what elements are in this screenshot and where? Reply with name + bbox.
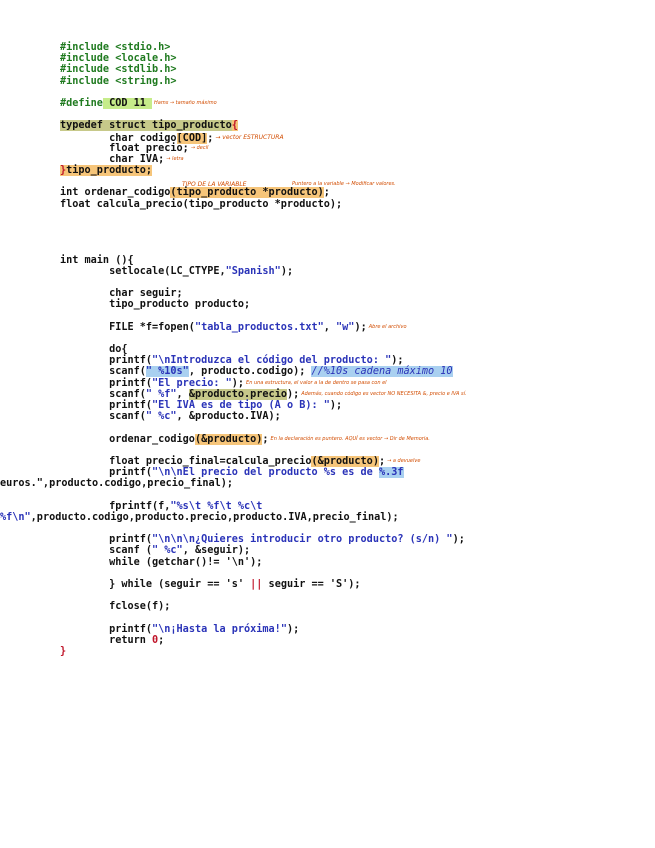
printf-codigo: printf("\nIntroduzca el código del produ… <box>60 355 404 367</box>
while-getchar: while (getchar()!= '\n'); <box>60 556 263 568</box>
define-annotation: Hams → tamaño máximo <box>154 99 217 106</box>
codigo-annotation: → vector ESTRUCTURA <box>215 133 284 141</box>
prototype-calcula: float calcula_precio(tipo_producto *prod… <box>60 198 343 210</box>
setlocale-line: setlocale(LC_CTYPE,"Spanish"); <box>60 265 294 277</box>
fopen-annotation: Abre el archivo <box>368 323 407 330</box>
tipo-annotation: TIPO DE LA VARIABLE <box>182 181 247 189</box>
seguir-declaration: char seguir; <box>60 288 183 300</box>
fprintf-line-cont: %f\n",producto.codigo,producto.precio,pr… <box>0 511 399 523</box>
typedef-keyword: typedef struct tipo_producto <box>60 120 232 132</box>
define-line: #define COD 11 Hams → tamaño máximo <box>60 97 467 109</box>
main-signature: int main (){ <box>60 254 134 266</box>
puntero-annotation: Puntero a la variable → Modificar valore… <box>292 181 396 188</box>
scanf-iva: scanf(" %c", &producto.IVA); <box>60 411 281 423</box>
printf-hasta: printf("\n¡Hasta la próxima!"); <box>60 623 300 635</box>
ordenar-call: ordenar_codigo(&producto); En la declarac… <box>60 433 430 445</box>
estructura-annotation: En una estructura, el valor a la de dent… <box>246 379 387 386</box>
define-keyword: #define <box>60 97 103 109</box>
document-page: { "lines": { "inc1": "#include <stdio.h>… <box>0 0 655 848</box>
include-string: #include <string.h> <box>60 75 177 87</box>
include-stdlib: #include <stdlib.h> <box>60 64 177 76</box>
printf-iva: printf("El IVA es de tipo (A o B): "); <box>60 400 343 411</box>
while-condition: } while (seguir == 's' || seguir == 'S')… <box>60 579 361 590</box>
fclose-line: fclose(f); <box>60 601 171 613</box>
precio-annotation: → decil <box>190 144 209 151</box>
include-locale: #include <locale.h> <box>60 53 177 65</box>
iva-annotation: → letra <box>166 155 184 162</box>
printf-otro: printf("\n\n\n¿Quieres introducir otro p… <box>60 534 465 546</box>
printf-precio-final-cont: euros.",producto.codigo,precio_final); <box>0 478 234 490</box>
scanf-comment: //%10s cadena máximo 10 <box>311 366 453 378</box>
precio-final-line: float precio_final=calcula_precio(&produ… <box>60 455 421 467</box>
fopen-line: FILE *f=fopen("tabla_productos.txt", "w"… <box>60 321 407 333</box>
main-close-brace: } <box>60 646 67 658</box>
field-precio: float precio; → decil <box>60 142 209 154</box>
devuelve-annotation: → a devuelve <box>387 457 421 464</box>
typedef-close: }tipo_producto; <box>60 165 153 177</box>
return-line: return 0; <box>60 634 165 646</box>
scanf-seguir: scanf (" %c", &seguir); <box>60 545 251 557</box>
do-line: do{ <box>60 344 128 356</box>
prototype-ordenar: int ordenar_codigo(tipo_producto *produc… <box>60 187 330 199</box>
ordenar-annotation: En la declaración es puntero. AQUÍ es ve… <box>270 435 430 442</box>
source-code: #include <stdio.h> #include <locale.h> #… <box>0 42 467 658</box>
typedef-open-brace: { <box>231 120 238 132</box>
ampersand-annotation: Además, cuando código es vector NO NECES… <box>301 390 467 397</box>
scanf-codigo: scanf(" %10s", producto.codigo); //%10s … <box>60 366 453 378</box>
include-stdio: #include <stdio.h> <box>60 42 171 53</box>
producto-declaration: tipo_producto producto; <box>60 299 251 311</box>
define-value: COD 11 <box>102 97 153 109</box>
field-codigo: char codigo[COD]; → vector ESTRUCTURA <box>60 132 284 144</box>
printf-precio-final: printf("\n\nEl precio del producto %s es… <box>60 467 404 479</box>
scanf-precio: scanf(" %f", &producto.precio); Además, c… <box>60 388 467 400</box>
typedef-line: typedef struct tipo_producto{ <box>60 120 467 132</box>
fprintf-line: fprintf(f,"%s\t %f\t %c\t <box>60 500 263 512</box>
printf-precio: printf("El precio: "); En una estructura,… <box>60 377 387 389</box>
field-iva: char IVA; → letra <box>60 153 184 165</box>
